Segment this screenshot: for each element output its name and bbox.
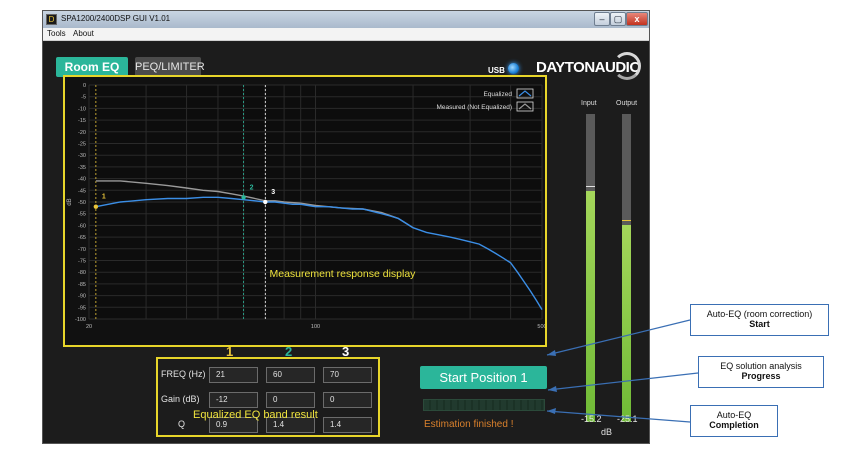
callout-arrows — [546, 319, 699, 423]
progress-callout-arrowhead — [548, 386, 557, 392]
completion-callout-arrowhead — [547, 408, 556, 414]
callout-3-line2: Completion — [709, 420, 759, 430]
callout-1-line2: Start — [749, 319, 770, 329]
callout-auto-eq-completion: Auto-EQ Completion — [690, 405, 778, 437]
callout-3-line1: Auto-EQ — [716, 410, 752, 420]
screenshot: D SPA1200/2400DSP GUI V1.01 – ▢ x Tools … — [0, 0, 850, 460]
callout-2-line1: EQ solution analysis — [720, 361, 802, 371]
callout-2-line2: Progress — [741, 371, 781, 381]
callout-1-line1: Auto-EQ (room correction) — [706, 309, 813, 319]
completion-callout-arrow — [546, 410, 691, 423]
callout-eq-progress: EQ solution analysis Progress — [698, 356, 824, 388]
start-callout-arrow — [546, 319, 691, 356]
progress-callout-arrow — [547, 372, 699, 391]
callout-auto-eq-start: Auto-EQ (room correction) Start — [690, 304, 829, 336]
start-callout-arrowhead — [547, 350, 556, 356]
